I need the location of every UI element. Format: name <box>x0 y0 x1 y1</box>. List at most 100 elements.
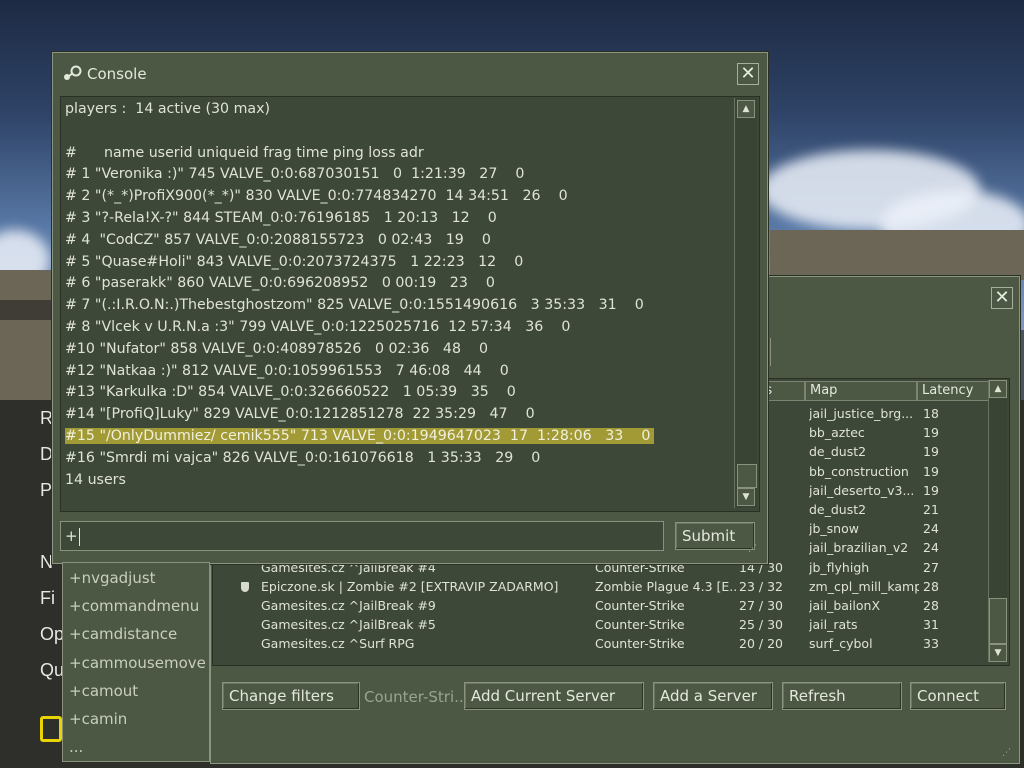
server-latency: 19 <box>923 463 939 479</box>
server-map: jail_justice_brg... <box>809 406 914 421</box>
server-players: 25 / 30 <box>739 617 783 633</box>
server-map: surf_cybol <box>809 636 873 652</box>
console-line: players : 14 active (30 max) <box>65 101 271 117</box>
resize-grip-icon[interactable]: ⋰ <box>1002 748 1012 758</box>
add-server-button[interactable]: Add a Server <box>653 682 773 710</box>
console-line: #12 "Natkaa :)" 812 VALVE_0:0:1059961553… <box>65 362 509 379</box>
connect-button[interactable]: Connect <box>910 682 1006 710</box>
console-line: #13 "Karkulka :D" 854 VALVE_0:0:32666052… <box>65 384 516 401</box>
server-latency: 33 <box>923 636 939 652</box>
server-players: 23 / 32 <box>739 578 783 594</box>
scroll-down-icon[interactable]: ▼ <box>989 644 1007 662</box>
server-map: de_dust2 <box>809 444 867 460</box>
console-line: # 3 "?-Rela!X-?" 844 STEAM_0:0:76196185 … <box>65 210 497 226</box>
server-players: 27 / 30 <box>739 598 783 613</box>
console-output: players : 14 active (30 max) # name useri… <box>60 96 760 512</box>
autocomplete-item[interactable]: +nvgadjust <box>69 569 156 587</box>
console-title: Console <box>87 65 147 83</box>
console-line: 14 users <box>65 471 126 488</box>
menu-item-6: Op <box>40 624 65 644</box>
autocomplete-item[interactable]: +camdistance <box>69 625 177 643</box>
server-map: jail_deserto_v3... <box>809 482 915 498</box>
server-name: Gamesites.cz ^JailBreak #9 <box>261 598 436 613</box>
server-latency: 19 <box>923 482 939 498</box>
server-latency: 28 <box>923 578 939 594</box>
console-line: # 5 "Quase#Holi" 843 VALVE_0:0:207372437… <box>65 253 524 270</box>
server-latency: 21 <box>923 502 939 517</box>
server-map: zm_cpl_mill_kamp <box>809 578 919 594</box>
console-line: # name userid uniqueid frag time ping lo… <box>65 144 424 161</box>
add-current-server-button[interactable]: Add Current Server <box>464 682 644 710</box>
server-map: bb_aztec <box>809 425 865 441</box>
steam-icon <box>64 65 82 80</box>
console-line: # 1 "Veronika :)" 745 VALVE_0:0:68703015… <box>65 166 525 183</box>
resize-grip-icon[interactable]: ⋰ <box>748 544 758 554</box>
console-titlebar[interactable]: Console ✕ <box>53 53 767 93</box>
server-browser-close-button[interactable]: ✕ <box>991 287 1013 309</box>
filter-summary: Counter-Stri... <box>364 688 469 706</box>
table-row[interactable]: Gamesites.cz ^Surf RPG Counter-Strike 20 /… <box>213 636 989 655</box>
shield-icon <box>241 581 249 592</box>
console-input[interactable]: + <box>60 521 664 551</box>
autocomplete-item[interactable]: +cammousemove <box>69 654 206 672</box>
console-line: # 7 "(.:I.R.O.N:.)Thebestghostzom" 825 V… <box>65 297 644 314</box>
console-line: # 6 "paserakk" 860 VALVE_0:0:696208952 0… <box>65 275 495 292</box>
console-line-highlighted: #15 "/OnlyDummiez/ cemik555" 713 VALVE_0… <box>65 428 655 444</box>
table-row[interactable]: Gamesites.cz ^JailBreak #9 Counter-Strike… <box>213 598 989 617</box>
column-header-latency[interactable]: Latency <box>917 381 989 401</box>
server-latency: 19 <box>923 444 939 460</box>
menu-item-7: Qu <box>40 660 65 680</box>
server-latency: 28 <box>923 598 939 613</box>
scroll-thumb[interactable] <box>989 598 1007 644</box>
wall-shadow <box>0 300 55 320</box>
scroll-down-icon[interactable]: ▼ <box>737 488 755 506</box>
server-map: jail_rats <box>809 617 858 633</box>
scroll-up-icon[interactable]: ▲ <box>989 380 1007 398</box>
server-map: jail_brazilian_v2 <box>809 540 909 556</box>
server-name: Gamesites.cz ^Surf RPG <box>261 636 415 652</box>
server-latency: 18 <box>923 406 939 421</box>
yellow-icon <box>40 716 62 742</box>
console-line: #10 "Nufator" 858 VALVE_0:0:408978526 0 … <box>65 340 489 357</box>
table-row[interactable]: Gamesites.cz ^JailBreak #5 Counter-Strike… <box>213 617 989 636</box>
wall <box>770 230 1024 280</box>
server-game: Counter-Strike <box>595 598 685 613</box>
console-scrollbar[interactable]: ▲ ▼ <box>734 98 757 508</box>
menu-item-3: P <box>40 480 53 500</box>
console-line: #16 "Smrdi mi vajca" 826 VALVE_0:0:16107… <box>65 449 541 466</box>
column-header-map[interactable]: Map <box>805 381 917 401</box>
autocomplete-item[interactable]: +commandmenu <box>69 597 199 615</box>
table-row[interactable]: Epiczone.sk | Zombie #2 [EXTRAVIP ZADARM… <box>213 579 989 598</box>
server-map: de_dust2 <box>809 502 867 517</box>
server-map: jb_flyhigh <box>809 559 870 575</box>
server-game: Zombie Plague 4.3 [E... <box>595 578 737 594</box>
console-input-value: + <box>65 527 78 545</box>
console-line: # 4 "CodCZ" 857 VALVE_0:0:2088155723 0 0… <box>65 231 491 248</box>
refresh-button[interactable]: Refresh <box>782 682 902 710</box>
server-map: bb_construction <box>809 463 909 479</box>
scroll-up-icon[interactable]: ▲ <box>737 100 755 118</box>
change-filters-button[interactable]: Change filters <box>222 682 360 710</box>
server-latency: 24 <box>923 540 939 556</box>
wall <box>0 270 55 400</box>
autocomplete-item[interactable]: ... <box>69 738 83 756</box>
server-list-scrollbar[interactable]: ▲ ▼ <box>988 380 1007 662</box>
server-name: Epiczone.sk | Zombie #2 [EXTRAVIP ZADARM… <box>261 578 559 594</box>
server-game: Counter-Strike <box>595 636 685 652</box>
console-line: #14 "[ProfiQ]Luky" 829 VALVE_0:0:1212851… <box>65 406 535 423</box>
server-map: jb_snow <box>809 521 859 537</box>
autocomplete-item[interactable]: +camin <box>69 710 127 728</box>
text-caret <box>78 527 80 546</box>
console-line: # 8 "Vlcek v U.R.N.a :3" 799 VALVE_0:0:1… <box>65 319 571 335</box>
server-players: 20 / 20 <box>739 636 783 652</box>
scroll-thumb[interactable] <box>737 464 757 488</box>
submit-button[interactable]: Submit <box>675 522 755 550</box>
autocomplete-list: +nvgadjust +commandmenu +camdistance +cammo… <box>62 562 210 762</box>
server-latency: 24 <box>923 521 939 537</box>
autocomplete-item[interactable]: +camout <box>69 682 138 700</box>
server-map: jail_bailonX <box>809 598 881 613</box>
console-close-button[interactable]: ✕ <box>737 63 759 85</box>
console-line: # 2 "(*_*)ProfiX900(*_*)" 830 VALVE_0:0:… <box>65 188 568 205</box>
server-latency: 19 <box>923 425 939 441</box>
server-game: Counter-Strike <box>595 617 685 633</box>
